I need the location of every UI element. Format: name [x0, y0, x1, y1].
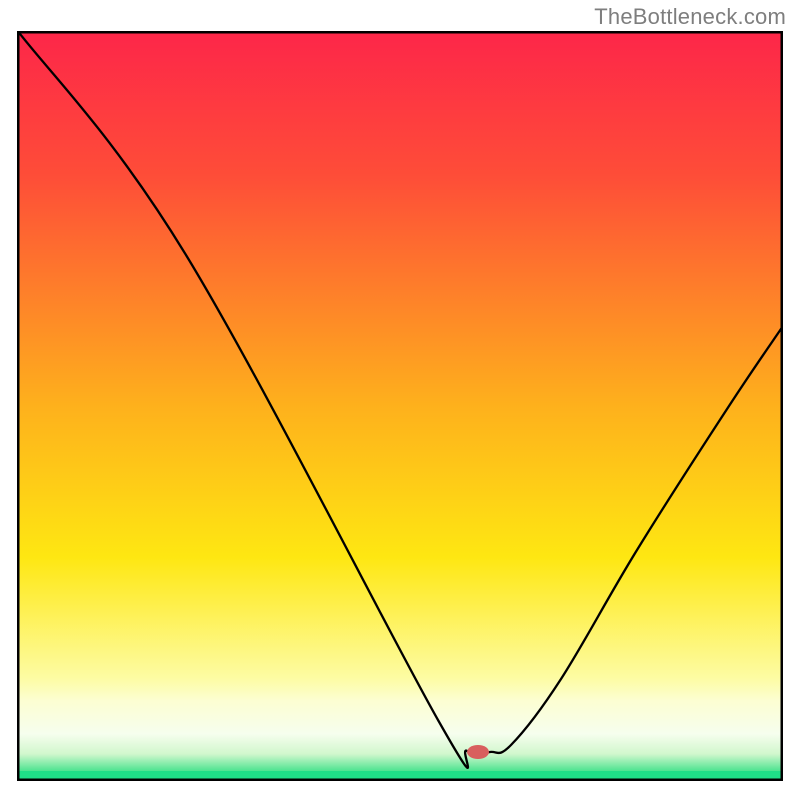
- optimal-marker: [467, 745, 489, 759]
- gradient-background: [17, 31, 783, 781]
- watermark-text: TheBottleneck.com: [594, 4, 786, 30]
- plot-area: [17, 30, 783, 781]
- bottleneck-chart: [0, 0, 800, 800]
- chart-container: { "watermark": "TheBottleneck.com", "cha…: [0, 0, 800, 800]
